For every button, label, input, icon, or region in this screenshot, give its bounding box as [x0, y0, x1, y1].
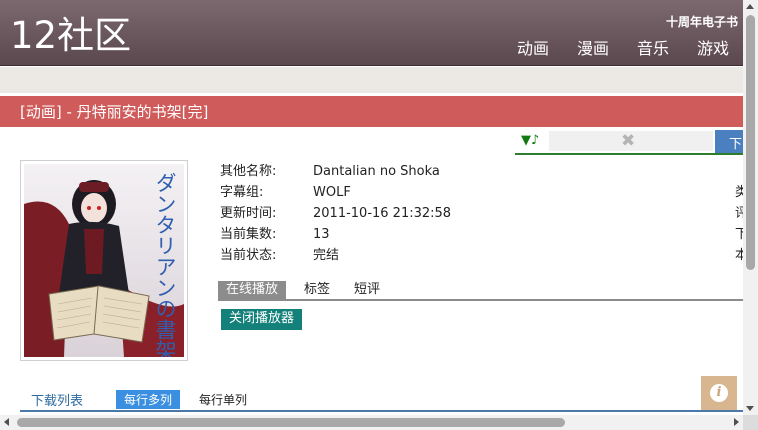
right-col-label: 本 [735, 248, 743, 263]
close-player-button[interactable]: 关闭播放器 [221, 309, 303, 330]
plugin-placeholder[interactable]: ✖︎ [549, 131, 713, 151]
sub-header-bar [0, 67, 743, 93]
right-col-label: 评 [735, 206, 743, 221]
info-icon: i [710, 384, 728, 402]
info-button[interactable]: i [701, 376, 737, 410]
tab-tags[interactable]: 标签 [296, 281, 338, 299]
nav-anime[interactable]: 动画 [517, 38, 549, 60]
puzzle-icon: ✖︎ [621, 131, 636, 151]
tab-online-play[interactable]: 在线播放 [218, 281, 287, 299]
scroll-down-arrow-icon[interactable] [746, 406, 754, 411]
site-header: 12社区 十周年电子书 动画 漫画 音乐 游戏 [0, 0, 743, 66]
download-list-label: 下载列表 [31, 394, 84, 409]
anniversary-ebook-link[interactable]: 十周年电子书 [666, 13, 738, 30]
player-control-strip: ▼♪ ✖︎ 下 [515, 130, 743, 155]
nav-games[interactable]: 游戏 [697, 38, 729, 60]
layout-multi-column-button[interactable]: 每行多列 [116, 390, 181, 409]
nav-manga[interactable]: 漫画 [577, 38, 609, 60]
site-logo[interactable]: 12社区 [10, 14, 131, 58]
right-col-label: 下 [735, 227, 743, 242]
page-title-bar: [动画] - 丹特丽安的书架[完] [0, 96, 743, 127]
nav-music[interactable]: 音乐 [637, 38, 669, 60]
scroll-up-arrow-icon[interactable] [746, 4, 754, 9]
horizontal-scrollbar[interactable] [0, 415, 743, 430]
scrollbar-corner [743, 415, 758, 430]
layout-single-column-button[interactable]: 每行单列 [199, 391, 247, 408]
right-col-label: 类 [735, 185, 743, 200]
page-title: [动画] - 丹特丽安的书架[完] [20, 103, 209, 121]
cover-image: ダンタリアンの書架 [20, 160, 188, 361]
music-note-icon[interactable]: ▼♪ [521, 133, 539, 148]
content-tabs: 在线播放 标签 短评 [218, 281, 743, 301]
main-nav: 动画 漫画 音乐 游戏 [517, 38, 729, 60]
tab-short-reviews[interactable]: 短评 [346, 281, 388, 299]
cover-title-text: ダンタリアンの書架 [153, 172, 177, 357]
vertical-scroll-thumb[interactable] [746, 15, 755, 270]
vertical-scrollbar[interactable] [743, 0, 758, 415]
download-button[interactable]: 下 [715, 130, 743, 153]
scroll-left-arrow-icon[interactable] [4, 418, 9, 426]
scroll-right-arrow-icon[interactable] [734, 418, 739, 426]
download-list-header: 下载列表 每行多列 每行单列 [20, 388, 743, 412]
horizontal-scroll-thumb[interactable] [17, 418, 565, 427]
